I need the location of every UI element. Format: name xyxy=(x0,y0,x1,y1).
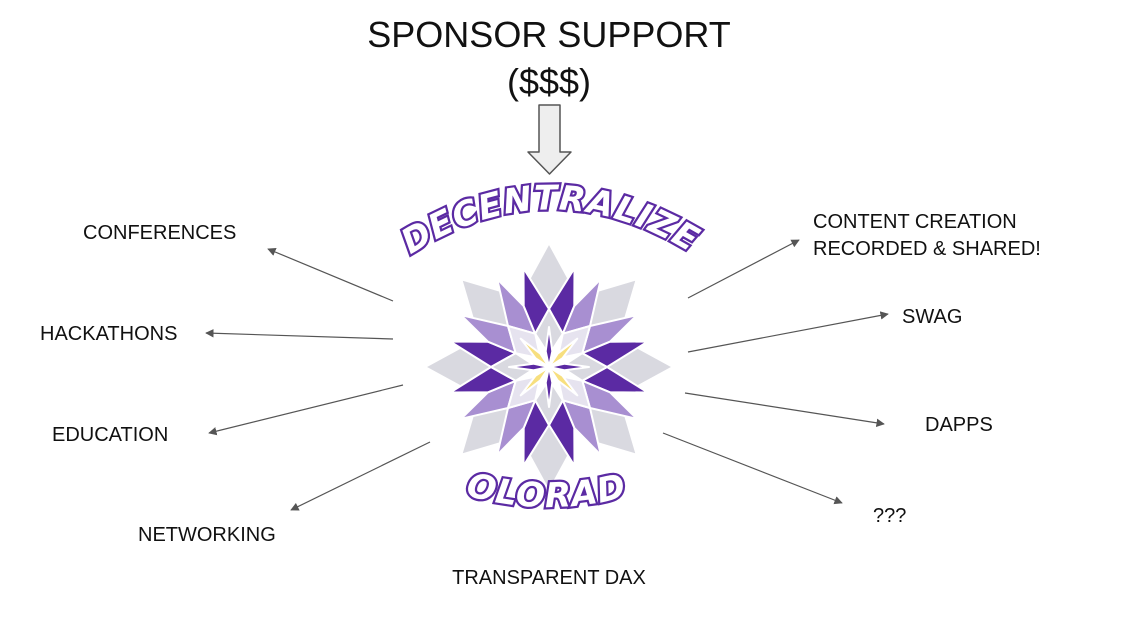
label-transparent-dax: TRANSPARENT DAX xyxy=(452,567,646,589)
label-dapps: DAPPS xyxy=(925,414,993,436)
logo-star-icon xyxy=(424,242,674,492)
arrow-to-networking xyxy=(290,441,431,511)
down-arrow-icon xyxy=(527,104,572,175)
arrow-to-dapps xyxy=(684,392,885,427)
label-hackathons: HACKATHONS xyxy=(40,323,177,345)
arrow-to-education xyxy=(208,384,404,436)
diagram-title: SPONSOR SUPPORT xyxy=(367,14,730,55)
arrow-to-swag xyxy=(687,311,889,353)
label-conferences: CONFERENCES xyxy=(83,222,236,244)
arrow-to-content-creation xyxy=(687,239,800,299)
label-swag: SWAG xyxy=(902,306,962,328)
arrow-to-unknown xyxy=(662,432,843,505)
arrow-to-conferences xyxy=(267,248,394,302)
label-education: EDUCATION xyxy=(52,424,168,446)
label-recorded-shared: RECORDED & SHARED! xyxy=(813,238,1041,260)
label-networking: NETWORKING xyxy=(138,524,276,546)
arrow-to-hackathons xyxy=(205,329,394,340)
label-unknown: ??? xyxy=(873,505,906,527)
diagram-subtitle: ($$$) xyxy=(507,61,591,102)
label-content-creation: CONTENT CREATION xyxy=(813,211,1017,233)
sponsor-support-diagram: SPONSOR SUPPORT ($$$) DECENTRALIZE COLOR… xyxy=(0,0,1041,589)
